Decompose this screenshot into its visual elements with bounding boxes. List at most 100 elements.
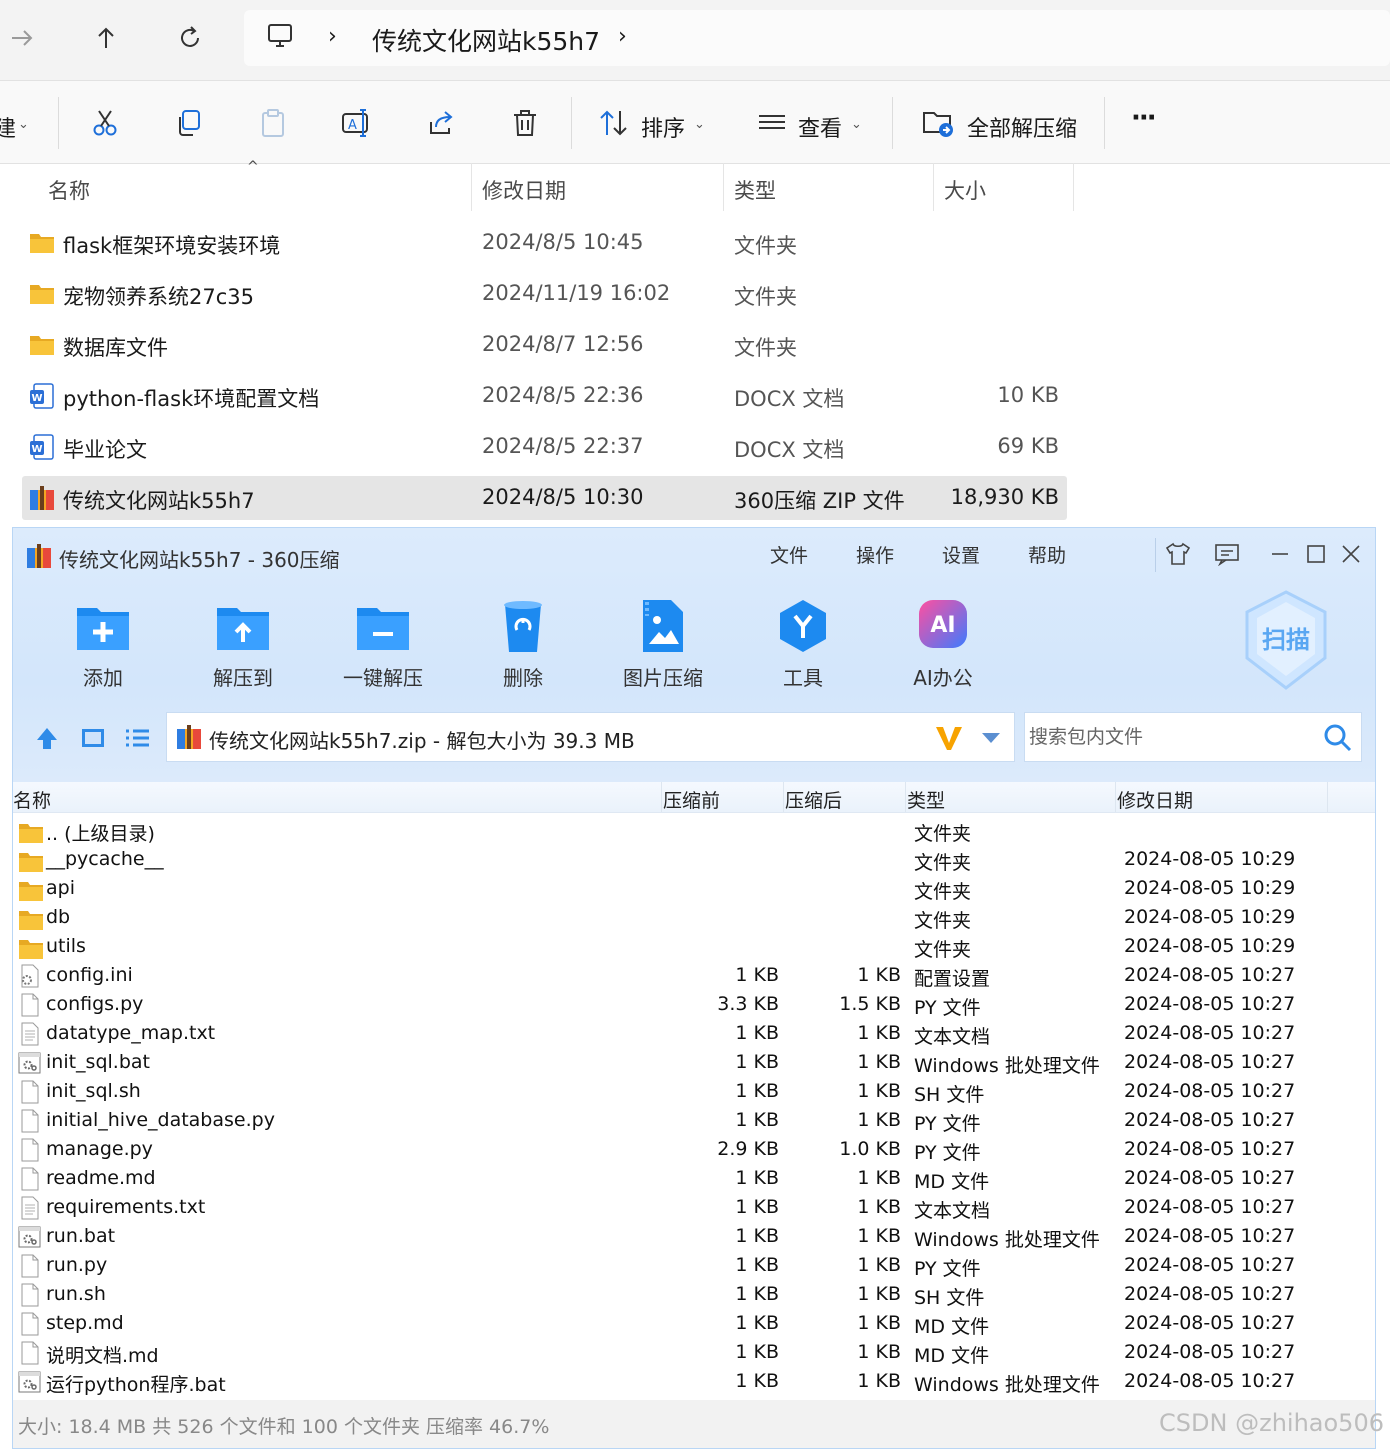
column-type[interactable]: 类型 (734, 175, 776, 205)
archive-row[interactable]: readme.md 1 KB 1 KB MD 文件 2024-08-05 10:27 (13, 1164, 1375, 1193)
archive-row[interactable]: run.sh 1 KB 1 KB SH 文件 2024-08-05 10:27 (13, 1280, 1375, 1309)
archive-row[interactable]: 运行python程序.bat 1 KB 1 KB Windows 批处理文件 2024-… (13, 1367, 1375, 1396)
breadcrumb-separator[interactable]: › (328, 24, 337, 49)
breadcrumb-current-folder[interactable]: 传统文化网站k55h7 (372, 22, 600, 58)
column-divider[interactable] (783, 782, 784, 812)
column-date[interactable]: 修改日期 (482, 175, 566, 205)
close-button[interactable] (1337, 540, 1365, 568)
image-compress-tool-button[interactable]: 图片压缩 (603, 596, 723, 696)
minimize-button[interactable] (1266, 540, 1294, 568)
skin-button[interactable] (1164, 540, 1192, 568)
breadcrumb-separator[interactable]: › (618, 24, 627, 49)
archive-row[interactable]: manage.py 2.9 KB 1.0 KB PY 文件 2024-08-05 10:… (13, 1135, 1375, 1164)
cut-button[interactable] (87, 105, 123, 141)
clipboard-icon (262, 109, 284, 137)
chevron-down-icon[interactable]: ⌄ (851, 117, 862, 132)
delete-tool-button[interactable]: 删除 (463, 596, 583, 696)
archive-row[interactable]: run.bat 1 KB 1 KB Windows 批处理文件 2024-08-05 1… (13, 1222, 1375, 1251)
file-row[interactable]: W 毕业论文 2024/8/5 22:37 DOCX 文档 69 KB (22, 425, 1067, 469)
file-icon (17, 993, 43, 1017)
column-divider[interactable] (661, 782, 662, 812)
file-row[interactable]: 数据库文件 2024/8/7 12:56 文件夹 (22, 323, 1067, 367)
view-label[interactable]: 查看 (798, 111, 842, 143)
menu-operations[interactable]: 操作 (856, 541, 894, 568)
archive-search-box[interactable] (1024, 712, 1362, 762)
zip-column-before[interactable]: 压缩前 (663, 786, 720, 813)
file-name: flask框架环境安装环境 (63, 234, 281, 258)
archive-row[interactable]: db 文件夹 2024-08-05 10:29 (13, 903, 1375, 932)
zip-column-date[interactable]: 修改日期 (1117, 786, 1193, 813)
add-tool-button[interactable]: 添加 (43, 596, 163, 696)
archive-row[interactable]: step.md 1 KB 1 KB MD 文件 2024-08-05 10:27 (13, 1309, 1375, 1338)
column-name[interactable]: 名称 (48, 175, 90, 205)
archive-row[interactable]: configs.py 3.3 KB 1.5 KB PY 文件 2024-08-05 10… (13, 990, 1375, 1019)
details-view-button[interactable] (123, 724, 151, 752)
archive-row[interactable]: api 文件夹 2024-08-05 10:29 (13, 874, 1375, 903)
delete-button[interactable] (507, 105, 543, 141)
this-pc-icon-wrap[interactable] (260, 16, 300, 56)
feedback-button[interactable] (1213, 540, 1241, 568)
archive-path-box[interactable]: 传统文化网站k55h7.zip - 解包大小为 39.3 MB (166, 712, 1015, 762)
folder-icon (17, 935, 43, 959)
ai-office-tool-button[interactable]: AI AI办公 (883, 596, 1003, 696)
refresh-button[interactable] (170, 18, 210, 58)
extract-all-button[interactable] (921, 105, 957, 141)
archive-row[interactable]: requirements.txt 1 KB 1 KB 文本文档 2024-08-05 1… (13, 1193, 1375, 1222)
menu-file[interactable]: 文件 (770, 541, 808, 568)
archive-row[interactable]: 说明文档.md 1 KB 1 KB MD 文件 2024-08-05 10:27 (13, 1338, 1375, 1367)
column-divider[interactable] (933, 163, 934, 211)
extract-to-tool-button[interactable]: 解压到 (183, 596, 303, 696)
zip-column-after[interactable]: 压缩后 (785, 786, 842, 813)
archive-row[interactable]: init_sql.bat 1 KB 1 KB Windows 批处理文件 2024-08… (13, 1048, 1375, 1077)
archive-row[interactable]: config.ini 1 KB 1 KB 配置设置 2024-08-05 10:27 (13, 961, 1375, 990)
column-divider[interactable] (1327, 782, 1328, 812)
view-button[interactable] (754, 105, 790, 141)
one-click-extract-tool-button[interactable]: 一键解压 (323, 596, 443, 696)
column-divider[interactable] (723, 163, 724, 211)
file-row[interactable]: 传统文化网站k55h7 2024/8/5 10:30 360压缩 ZIP 文件 18,… (22, 476, 1067, 520)
column-size[interactable]: 大小 (944, 175, 986, 205)
maximize-button[interactable] (1302, 540, 1330, 568)
file-row[interactable]: flask框架环境安装环境 2024/8/5 10:45 文件夹 (22, 221, 1067, 265)
sort-label[interactable]: 排序 (641, 111, 685, 143)
archive-row[interactable]: initial_hive_database.py 1 KB 1 KB PY 文件 202… (13, 1106, 1375, 1135)
up-button[interactable] (86, 18, 126, 58)
more-options-button[interactable]: ··· (1131, 103, 1157, 133)
menu-settings[interactable]: 设置 (942, 541, 980, 568)
search-button[interactable] (1323, 723, 1353, 753)
zip-column-type[interactable]: 类型 (907, 786, 945, 813)
column-divider[interactable] (1073, 163, 1074, 211)
new-button-label[interactable]: 建 (0, 111, 16, 143)
file-row[interactable]: Wpython-flask环境配置文档 2024/8/5 22:36 DOCX 文档… (22, 374, 1067, 418)
archive-search-input[interactable] (1025, 713, 1321, 761)
archive-row[interactable]: init_sql.sh 1 KB 1 KB SH 文件 2024-08-05 10:27 (13, 1077, 1375, 1106)
column-divider[interactable] (1115, 782, 1116, 812)
thumbnail-view-button[interactable] (79, 724, 107, 752)
rename-button[interactable]: A (339, 105, 375, 141)
zip-column-name[interactable]: 名称 (13, 786, 51, 813)
extract-all-label[interactable]: 全部解压缩 (967, 111, 1077, 143)
file-row[interactable]: 宠物领养系统27c35 2024/11/19 16:02 文件夹 (22, 272, 1067, 316)
archive-row[interactable]: __pycache__ 文件夹 2024-08-05 10:29 (13, 845, 1375, 874)
scan-button[interactable]: 扫描 (1241, 588, 1331, 698)
chevron-down-icon[interactable]: ⌄ (694, 117, 705, 132)
forward-button[interactable] (2, 18, 42, 58)
path-dropdown-button[interactable] (979, 727, 1003, 749)
archive-row[interactable]: utils 文件夹 2024-08-05 10:29 (13, 932, 1375, 961)
column-divider[interactable] (471, 163, 472, 211)
menu-help[interactable]: 帮助 (1028, 541, 1066, 568)
tools-button[interactable]: 工具 (743, 596, 863, 696)
share-button[interactable] (423, 105, 459, 141)
vip-icon[interactable] (933, 723, 965, 753)
sort-button[interactable] (596, 105, 632, 141)
archive-row[interactable]: .. (上级目录) 文件夹 (13, 816, 1375, 845)
column-divider[interactable] (905, 782, 906, 812)
up-level-button[interactable] (33, 724, 61, 752)
copy-button[interactable] (171, 105, 207, 141)
file-name: 毕业论文 (63, 438, 147, 462)
archive-row[interactable]: datatype_map.txt 1 KB 1 KB 文本文档 2024-08-05 1… (13, 1019, 1375, 1048)
archive-row[interactable]: run.py 1 KB 1 KB PY 文件 2024-08-05 10:27 (13, 1251, 1375, 1280)
paste-button[interactable] (255, 105, 291, 141)
address-box[interactable]: › 传统文化网站k55h7 › (244, 10, 1390, 66)
chevron-down-icon[interactable]: ⌄ (18, 117, 29, 132)
